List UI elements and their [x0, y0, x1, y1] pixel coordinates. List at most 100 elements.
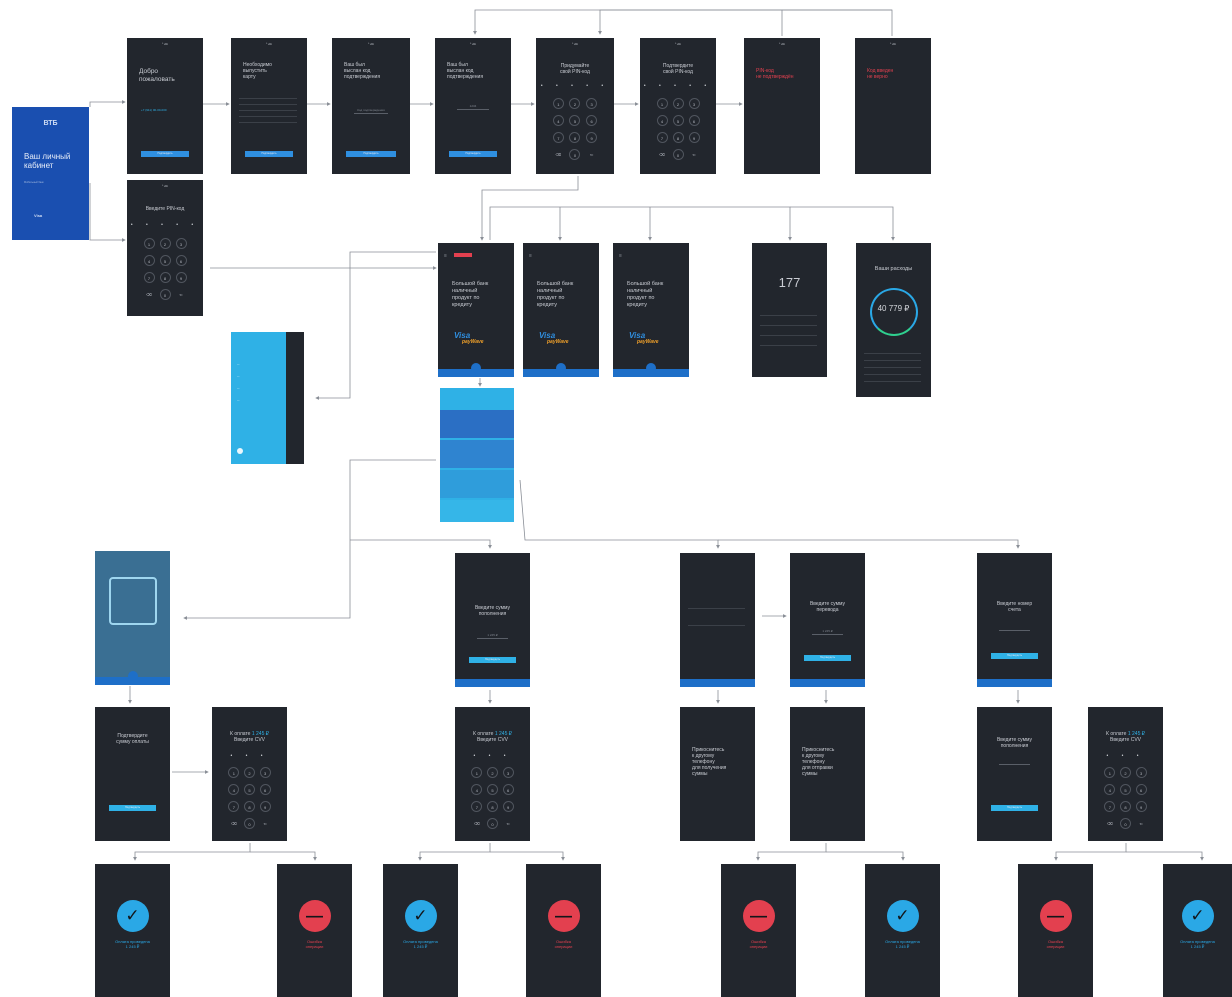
keypad-key[interactable]: ⌫: [553, 149, 564, 160]
keypad-key[interactable]: 3: [688, 98, 700, 109]
keypad-key[interactable]: 5: [569, 115, 581, 126]
keypad-key[interactable]: 8: [1119, 801, 1131, 812]
amount-input[interactable]: 1 245 ₽: [477, 633, 508, 639]
code-input[interactable]: Код подтверждения: [354, 108, 388, 114]
keypad-key[interactable]: ⇐: [260, 818, 271, 829]
keypad-key[interactable]: ⌫: [228, 818, 239, 829]
menu-item[interactable]: —: [237, 399, 240, 402]
keypad-key[interactable]: 9: [259, 801, 271, 812]
keypad-key[interactable]: 4: [656, 115, 668, 126]
keypad-key[interactable]: 0: [159, 289, 171, 300]
keypad-key[interactable]: 1: [656, 98, 668, 109]
pay-button[interactable]: [127, 671, 138, 681]
keypad-key[interactable]: ⇐: [503, 818, 514, 829]
keypad-key[interactable]: 3: [259, 767, 271, 778]
keypad-key[interactable]: 6: [1135, 784, 1147, 795]
keypad-key[interactable]: 3: [586, 98, 598, 109]
menu-item[interactable]: —: [237, 363, 240, 366]
keypad-key[interactable]: 5: [243, 784, 255, 795]
menu-icon[interactable]: ≡: [529, 253, 532, 259]
confirm-button[interactable]: Подтвердить: [346, 151, 396, 157]
menu-item[interactable]: —: [237, 375, 240, 378]
confirm-button[interactable]: Подтвердить: [991, 653, 1038, 659]
confirm-button[interactable]: Подтвердить: [469, 657, 516, 663]
avatar[interactable]: [237, 448, 243, 454]
keypad-key[interactable]: 1: [143, 238, 155, 249]
code-input[interactable]: 1234: [457, 104, 489, 110]
amount-input[interactable]: 1 245 ₽: [812, 629, 843, 635]
phone-field[interactable]: +7 (911) 00-00-000: [141, 108, 189, 112]
keypad-key[interactable]: 0: [243, 818, 255, 829]
keypad-key[interactable]: 9: [688, 132, 700, 143]
keypad-key[interactable]: 4: [471, 784, 483, 795]
keypad-key[interactable]: 9: [175, 272, 187, 283]
keypad-key[interactable]: 6: [259, 784, 271, 795]
keypad-key[interactable]: 3: [502, 767, 514, 778]
keypad-key[interactable]: 9: [502, 801, 514, 812]
keypad-key[interactable]: 5: [159, 255, 171, 266]
confirm-button[interactable]: Подтвердить: [141, 151, 189, 157]
option-row[interactable]: [440, 470, 514, 498]
keypad-key[interactable]: 0: [672, 149, 684, 160]
keypad-key[interactable]: 8: [672, 132, 684, 143]
confirm-button[interactable]: Подтвердить: [804, 655, 851, 661]
keypad-key[interactable]: 1: [471, 767, 483, 778]
option-row[interactable]: [440, 410, 514, 438]
keypad-key[interactable]: 4: [552, 115, 564, 126]
keypad-key[interactable]: ⇐: [176, 289, 187, 300]
keypad-key[interactable]: 6: [688, 115, 700, 126]
keypad-key[interactable]: 2: [159, 238, 171, 249]
keypad-key[interactable]: 4: [1104, 784, 1116, 795]
keypad-key[interactable]: 2: [672, 98, 684, 109]
keypad-key[interactable]: 7: [552, 132, 564, 143]
topup-input[interactable]: [999, 763, 1030, 765]
keypad-key[interactable]: 8: [243, 801, 255, 812]
keypad-key[interactable]: ⇐: [1136, 818, 1147, 829]
keypad-key[interactable]: 1: [228, 767, 240, 778]
menu-item[interactable]: —: [237, 387, 240, 390]
keypad-key[interactable]: 5: [1119, 784, 1131, 795]
option-row[interactable]: [440, 440, 514, 468]
keypad-key[interactable]: 3: [1135, 767, 1147, 778]
keypad-key[interactable]: 6: [586, 115, 598, 126]
keypad-key[interactable]: 8: [159, 272, 171, 283]
keypad-key[interactable]: 9: [586, 132, 598, 143]
keypad-key[interactable]: 2: [569, 98, 581, 109]
pay-button[interactable]: [471, 363, 481, 373]
keypad-key[interactable]: ⌫: [657, 149, 668, 160]
keypad-key[interactable]: 2: [486, 767, 498, 778]
keypad-key[interactable]: 9: [1135, 801, 1147, 812]
menu-icon[interactable]: ≡: [619, 253, 622, 259]
keypad-key[interactable]: 1: [552, 98, 564, 109]
keypad-key[interactable]: 2: [1119, 767, 1131, 778]
keypad-key[interactable]: ⌫: [471, 818, 482, 829]
keypad-key[interactable]: 4: [143, 255, 155, 266]
keypad-key[interactable]: ⌫: [1104, 818, 1115, 829]
keypad-key[interactable]: 0: [569, 149, 581, 160]
keypad-key[interactable]: ⇐: [689, 149, 700, 160]
pay-button[interactable]: [646, 363, 656, 373]
pay-button[interactable]: [556, 363, 566, 373]
account-input[interactable]: [999, 629, 1030, 631]
keypad-key[interactable]: 7: [656, 132, 668, 143]
confirm-button[interactable]: Подтвердить: [449, 151, 497, 157]
keypad-key[interactable]: 8: [569, 132, 581, 143]
keypad-key[interactable]: 6: [175, 255, 187, 266]
keypad-key[interactable]: 1: [1104, 767, 1116, 778]
keypad-key[interactable]: 5: [672, 115, 684, 126]
keypad-key[interactable]: 7: [1104, 801, 1116, 812]
keypad-key[interactable]: 3: [175, 238, 187, 249]
menu-icon[interactable]: ≡: [444, 253, 447, 259]
confirm-button[interactable]: Подтвердить: [245, 151, 293, 157]
keypad-key[interactable]: 6: [502, 784, 514, 795]
keypad-key[interactable]: 7: [143, 272, 155, 283]
keypad-key[interactable]: 5: [486, 784, 498, 795]
keypad-key[interactable]: 4: [228, 784, 240, 795]
keypad-key[interactable]: 8: [486, 801, 498, 812]
confirm-button[interactable]: Подтвердить: [991, 805, 1038, 811]
keypad-key[interactable]: 2: [243, 767, 255, 778]
keypad-key[interactable]: ⌫: [144, 289, 155, 300]
option-row[interactable]: [440, 500, 514, 522]
keypad-key[interactable]: 0: [486, 818, 498, 829]
keypad-key[interactable]: 0: [1119, 818, 1131, 829]
